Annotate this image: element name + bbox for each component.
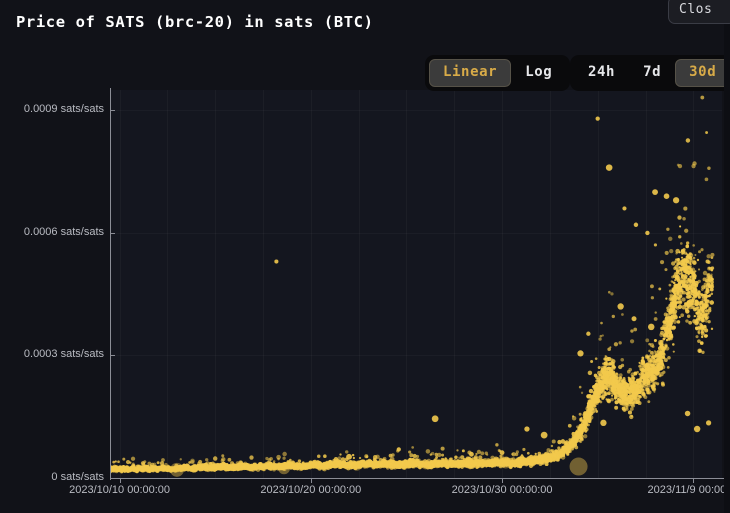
range-toggle-group[interactable]: 24h 7d 30d (570, 55, 730, 92)
close-button[interactable]: Clos (668, 0, 730, 24)
y-tick-label: 0.0003 sats/sats (0, 348, 104, 362)
y-tick-mark (110, 355, 115, 357)
x-tick-text: 2023/10/10 00:00:00 (69, 484, 171, 496)
range-option-30d[interactable]: 30d (675, 59, 730, 88)
y-tick-text: 0.0009 sats/sats (23, 103, 104, 116)
x-tick-text: 2023/10/20 00:00:00 (260, 484, 362, 496)
y-axis-line (110, 88, 111, 480)
x-tick-label: 2023/10/10 00:00:00 (69, 484, 170, 496)
y-tick-text: 0.0003 sats/sats (23, 348, 104, 361)
y-tick-label: 0 sats/sats (0, 471, 104, 485)
x-tick-mark (119, 478, 121, 483)
y-tick-label: 0.0006 sats/sats (0, 226, 104, 240)
chart-panel: Clos Price of SATS (brc-20) in sats (BTC… (0, 0, 730, 513)
x-tick-label: 2023/10/20 00:00:00 (260, 484, 361, 496)
x-tick-mark (693, 478, 695, 483)
y-tick-label: 0.0009 sats/sats (0, 103, 104, 117)
y-tick-mark (110, 478, 115, 479)
x-tick-label: 2023/11/9 00:00:0( (648, 484, 730, 496)
scale-option-log[interactable]: Log (511, 59, 566, 87)
x-axis-line (110, 478, 724, 479)
x-tick-mark (310, 478, 312, 483)
range-option-7d[interactable]: 7d (629, 59, 675, 87)
x-tick-text: 2023/11/9 00:00:0( (647, 484, 730, 496)
scale-toggle-group[interactable]: Linear Log (425, 55, 571, 92)
x-tick-mark (502, 478, 504, 483)
y-tick-mark (110, 110, 115, 112)
plot-area (110, 90, 722, 478)
scale-option-linear[interactable]: Linear (429, 59, 512, 88)
scatter-plot (110, 95, 715, 477)
x-tick-text: 2023/10/30 00:00:00 (451, 484, 553, 496)
right-edge-mask (724, 0, 730, 513)
y-tick-text: 0 sats/sats (51, 471, 104, 483)
y-tick-mark (110, 232, 115, 234)
range-option-24h[interactable]: 24h (574, 59, 629, 87)
x-tick-label: 2023/10/30 00:00:00 (452, 484, 553, 496)
y-tick-text: 0.0006 sats/sats (23, 225, 104, 238)
